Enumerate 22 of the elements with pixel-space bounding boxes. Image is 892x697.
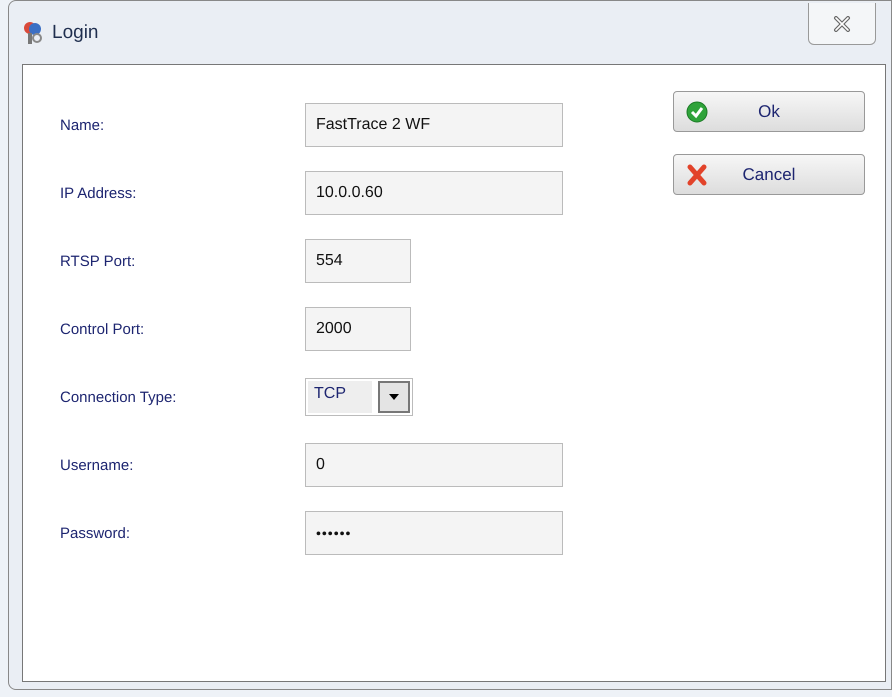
window-title: Login — [52, 22, 98, 44]
field-label: RTSP Port: — [60, 252, 136, 270]
dropdown-arrow-icon — [389, 394, 399, 400]
check-icon — [686, 100, 708, 122]
cancel-button[interactable]: Cancel — [673, 154, 865, 195]
input-field[interactable]: 10.0.0.60 — [305, 171, 563, 215]
field-label: Username: — [60, 456, 134, 474]
field-label: Control Port: — [60, 320, 146, 338]
input-field[interactable]: 554 — [305, 239, 411, 283]
field-label: Connection Type: — [60, 388, 178, 406]
connection-type-dropdown[interactable]: TCP — [305, 378, 413, 416]
input-field[interactable]: 2000 — [305, 307, 411, 351]
field-label: Name: — [60, 116, 106, 134]
password-field[interactable]: •••••• — [305, 511, 563, 555]
field-label: IP Address: — [60, 184, 138, 202]
ok-button[interactable]: Ok — [673, 91, 865, 132]
field-label: Password: — [60, 524, 132, 542]
cross-icon — [686, 164, 708, 186]
input-field[interactable]: 0 — [305, 443, 563, 487]
input-field[interactable]: FastTrace 2 WF — [305, 103, 563, 147]
close-icon — [833, 16, 851, 32]
close-button[interactable] — [808, 3, 876, 45]
